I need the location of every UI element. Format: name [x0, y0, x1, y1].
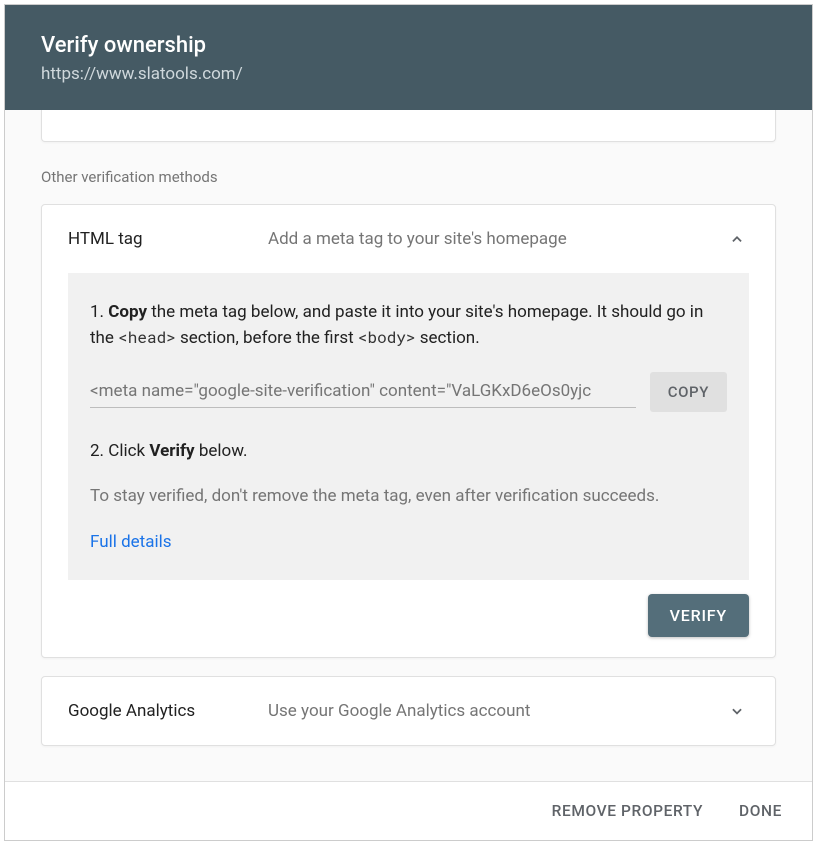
full-details-link[interactable]: Full details — [90, 532, 172, 552]
google-analytics-card: Google Analytics Use your Google Analyti… — [41, 676, 776, 746]
modal-content[interactable]: Other verification methods HTML tag Add … — [5, 110, 812, 781]
step1-code1: <head> — [118, 327, 176, 348]
modal-header: Verify ownership https://www.slatools.co… — [5, 5, 812, 110]
google-analytics-header[interactable]: Google Analytics Use your Google Analyti… — [42, 677, 775, 745]
done-button[interactable]: DONE — [739, 802, 782, 820]
step-2: 2. Click Verify below. — [90, 438, 727, 464]
step1-mid2: section, before the first — [176, 328, 358, 348]
modal-url: https://www.slatools.com/ — [41, 64, 776, 84]
html-tag-body: 1. Copy the meta tag below, and paste it… — [68, 273, 749, 580]
html-tag-desc: Add a meta tag to your site's homepage — [268, 229, 725, 249]
step2-bold: Verify — [149, 441, 194, 461]
ga-desc: Use your Google Analytics account — [268, 701, 725, 721]
meta-tag-input[interactable] — [90, 375, 636, 408]
section-label: Other verification methods — [5, 142, 812, 204]
modal-title: Verify ownership — [41, 33, 776, 58]
modal-footer: REMOVE PROPERTY DONE — [5, 781, 812, 840]
step-1: 1. Copy the meta tag below, and paste it… — [90, 299, 727, 352]
chevron-down-icon — [725, 699, 749, 723]
meta-copy-row: COPY — [90, 372, 727, 412]
html-tag-actions: VERIFY — [42, 580, 775, 657]
step1-bold: Copy — [108, 302, 147, 322]
step1-prefix: 1. — [90, 302, 108, 322]
html-tag-header[interactable]: HTML tag Add a meta tag to your site's h… — [42, 205, 775, 273]
step1-suffix: section. — [416, 328, 480, 348]
verify-ownership-modal: Verify ownership https://www.slatools.co… — [4, 4, 813, 841]
remove-property-button[interactable]: REMOVE PROPERTY — [552, 802, 703, 820]
chevron-up-icon — [725, 227, 749, 251]
step2-prefix: 2. Click — [90, 441, 149, 461]
html-tag-title: HTML tag — [68, 229, 268, 249]
verify-button[interactable]: VERIFY — [648, 594, 749, 637]
ga-title: Google Analytics — [68, 701, 268, 721]
copy-button[interactable]: COPY — [650, 372, 727, 412]
step2-suffix: below. — [195, 441, 248, 461]
step1-code2: <body> — [358, 327, 416, 348]
html-tag-card: HTML tag Add a meta tag to your site's h… — [41, 204, 776, 658]
stay-verified-note: To stay verified, don't remove the meta … — [90, 484, 727, 510]
previous-card-bottom — [41, 110, 776, 142]
